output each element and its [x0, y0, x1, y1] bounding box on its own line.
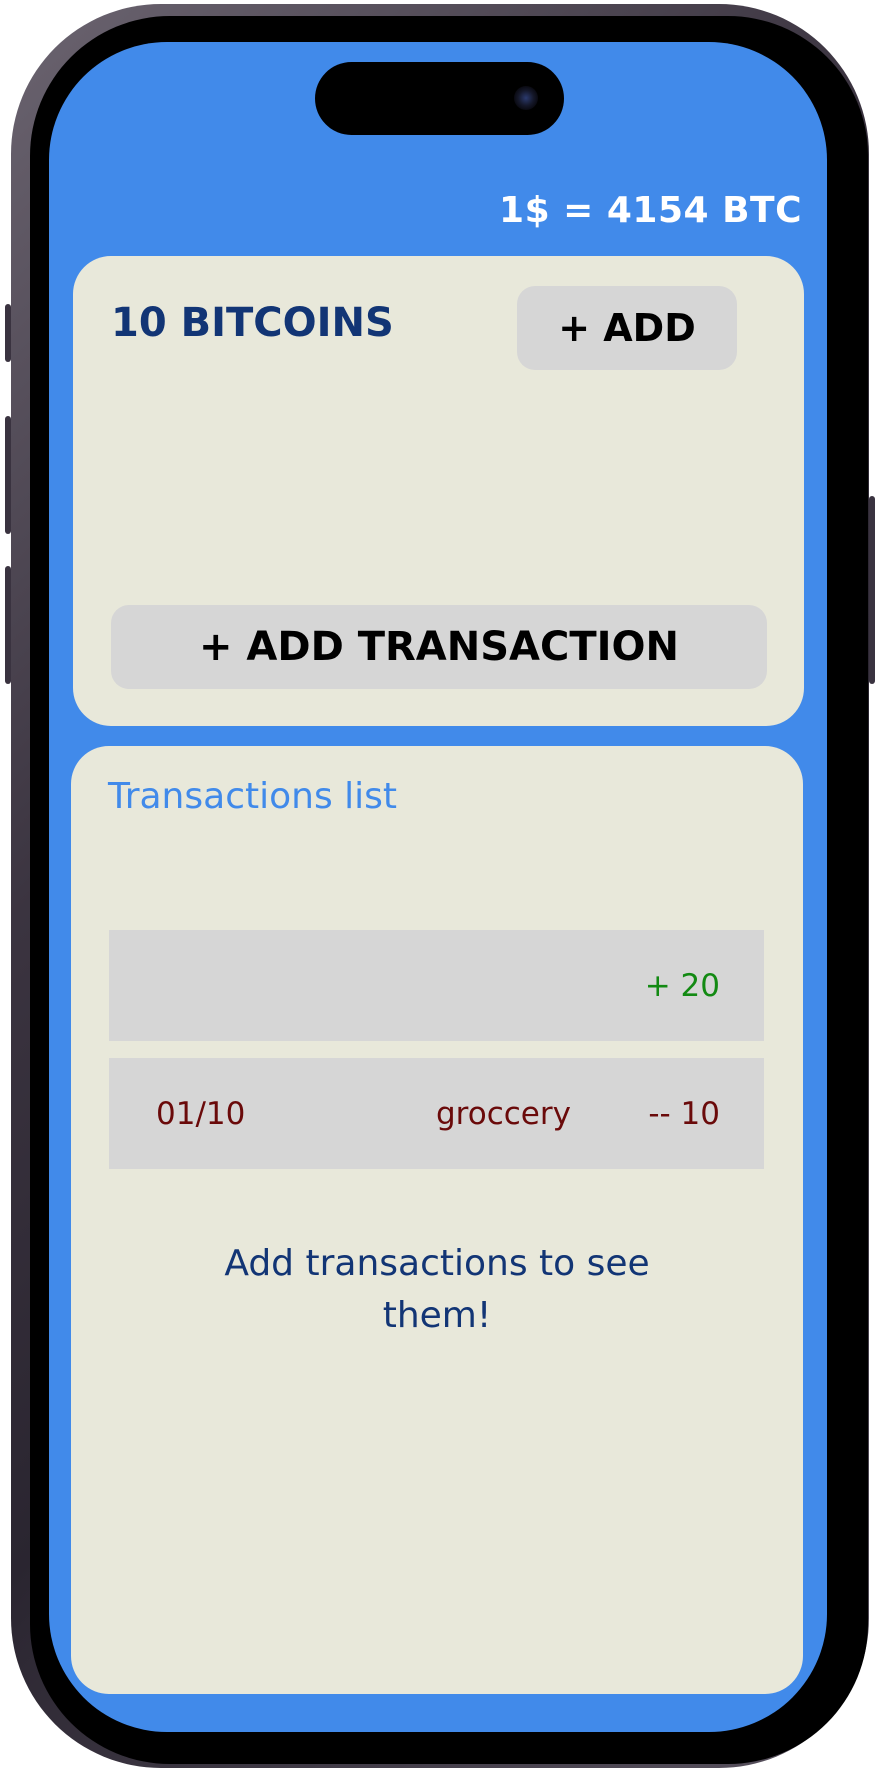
action-button — [5, 304, 11, 362]
transaction-row[interactable]: + 20 — [109, 930, 764, 1041]
power-button — [869, 496, 875, 684]
empty-state-message: Add transactions to see them! — [224, 1243, 650, 1336]
exchange-rate: 1$ = 4154 BTC — [499, 190, 802, 231]
transaction-row[interactable]: 01/10 groccery -- 10 — [109, 1058, 764, 1169]
transaction-date: 01/10 — [156, 1095, 246, 1132]
transaction-amount: + 20 — [644, 967, 720, 1004]
add-button[interactable]: + ADD — [517, 286, 737, 370]
transaction-description: groccery — [436, 1095, 571, 1132]
volume-up-button — [5, 416, 11, 534]
transactions-list-title: Transactions list — [108, 776, 398, 817]
dynamic-island — [315, 62, 564, 135]
add-transaction-button[interactable]: + ADD TRANSACTION — [111, 605, 767, 689]
volume-down-button — [5, 566, 11, 684]
bitcoin-balance: 10 BITCOINS — [111, 300, 394, 346]
camera-icon — [514, 86, 538, 110]
app-screen: 1$ = 4154 BTC 10 BITCOINS + ADD + ADD TR… — [49, 42, 827, 1732]
transactions-card: Transactions list + 20 01/10 groccery --… — [71, 746, 803, 1694]
balance-card: 10 BITCOINS + ADD + ADD TRANSACTION — [73, 256, 804, 726]
transaction-amount: -- 10 — [648, 1095, 720, 1132]
